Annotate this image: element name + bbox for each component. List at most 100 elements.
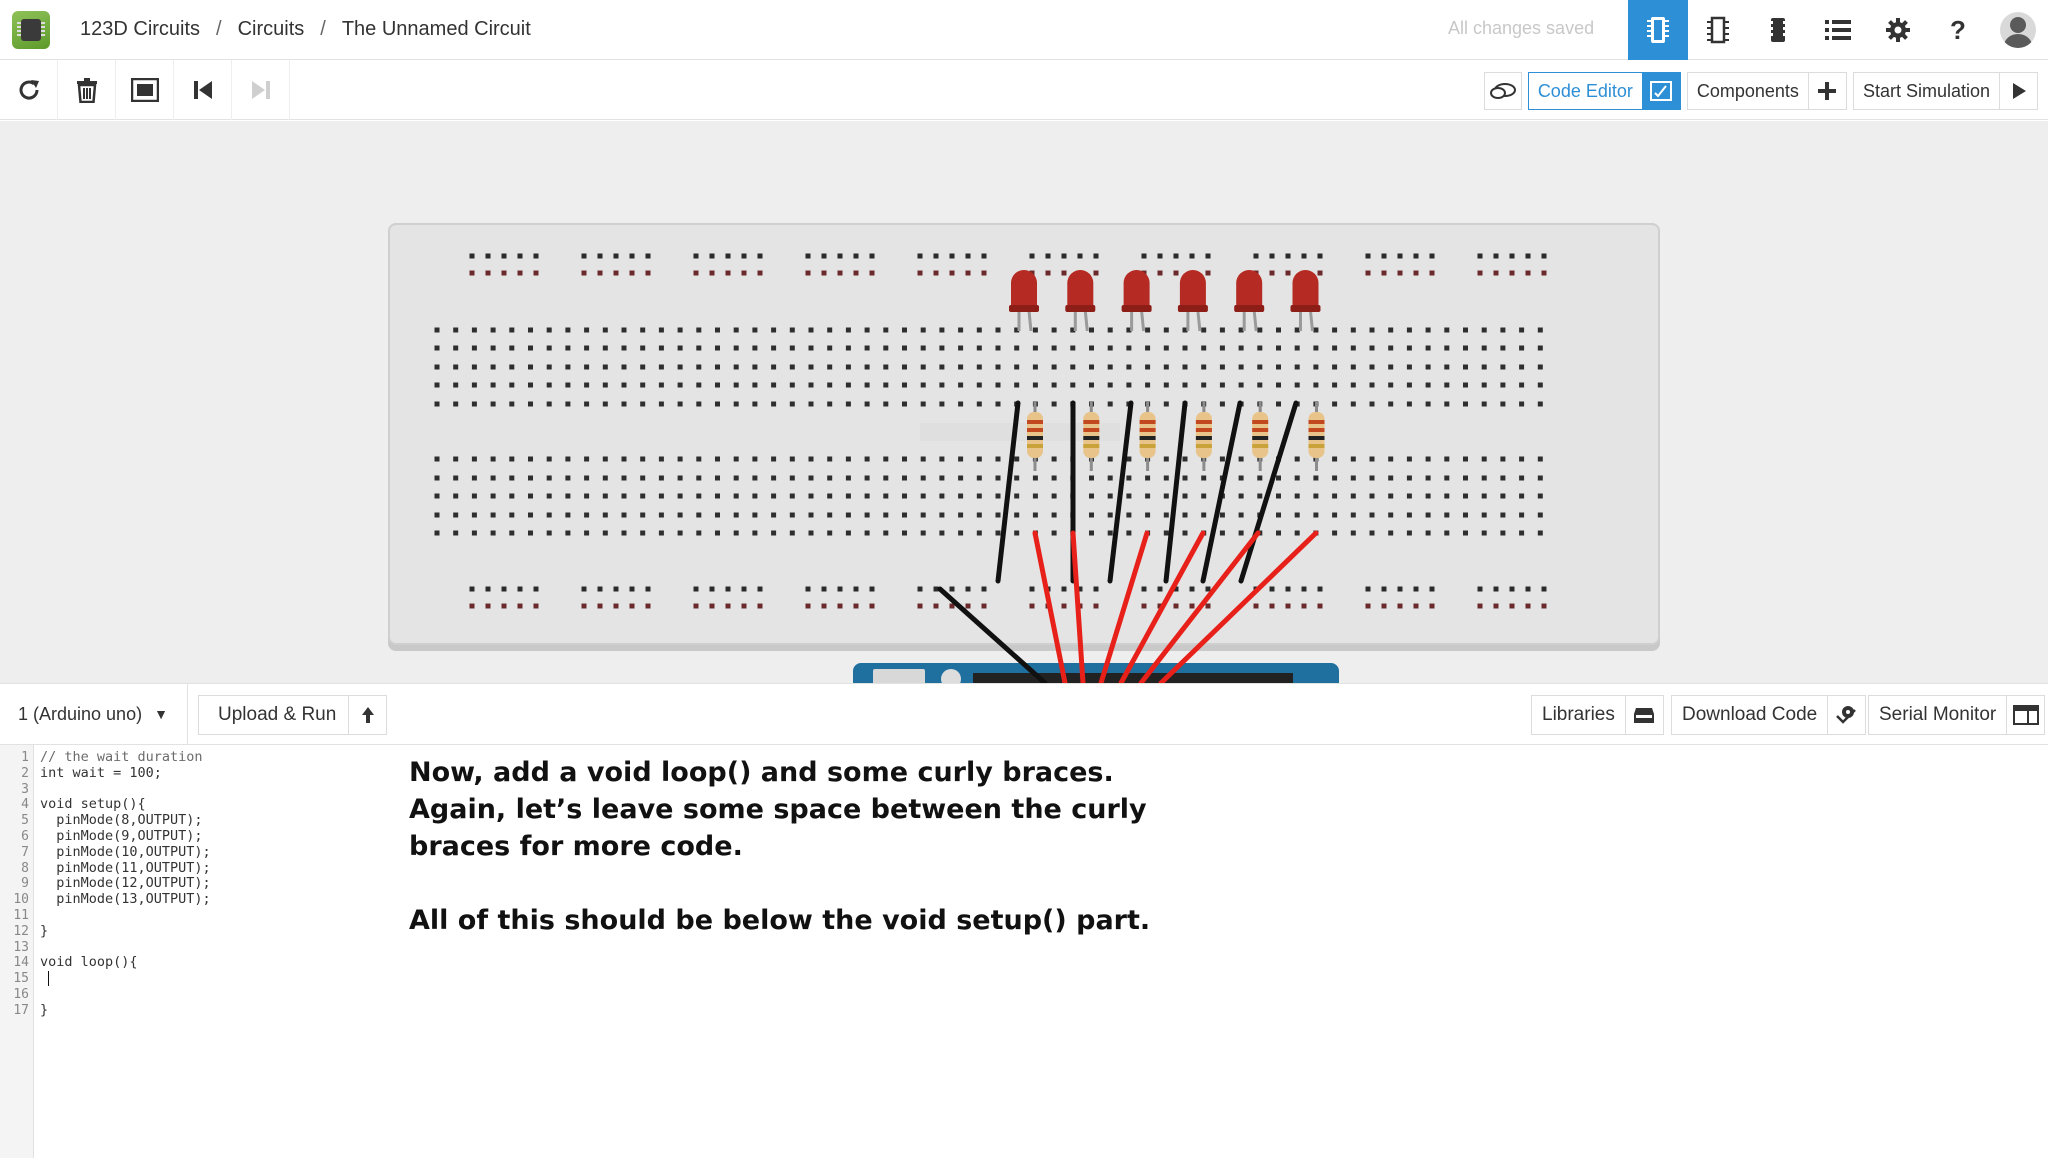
user-menu-button[interactable]	[1988, 0, 2048, 60]
breadboard-hole	[640, 530, 646, 536]
breadboard-hole	[1107, 364, 1113, 370]
breadcrumb-circuit-name[interactable]: The Unnamed Circuit	[342, 18, 531, 41]
code-line[interactable]: pinMode(12,OUTPUT);	[40, 876, 210, 892]
breadboard-hole	[995, 401, 1001, 407]
rail-hole	[1205, 253, 1211, 259]
code-text[interactable]: // the wait duration int wait = 100; void…	[40, 749, 211, 1019]
breadboard-hole	[1163, 456, 1169, 462]
breadboard-hole	[565, 512, 571, 518]
code-line[interactable]	[40, 971, 211, 987]
parts-list-button[interactable]	[1808, 0, 1868, 60]
red-led-base	[1121, 305, 1152, 312]
code-line[interactable]: pinMode(9,OUTPUT);	[40, 828, 211, 845]
board-select-dropdown[interactable]: 1 (Arduino uno) ▼	[0, 684, 188, 744]
rail-hole	[1493, 270, 1499, 276]
app-logo-icon[interactable]	[12, 10, 50, 49]
code-line[interactable]: pinMode(11,OUTPUT);	[40, 860, 210, 877]
delete-button[interactable]	[58, 60, 116, 120]
code-line[interactable]	[40, 940, 211, 956]
breadboard-hole	[602, 364, 608, 370]
breadboard-hole	[490, 512, 496, 518]
breadboard-hole	[808, 401, 814, 407]
breadboard-hole	[1350, 512, 1356, 518]
breadboard-hole	[1350, 475, 1356, 481]
code-line[interactable]: pinMode(13,OUTPUT);	[40, 891, 210, 908]
rail-hole	[1269, 603, 1275, 609]
code-line[interactable]: }	[40, 1002, 211, 1019]
code-line[interactable]: int wait = 100;	[40, 765, 211, 782]
breadboard-hole	[621, 512, 627, 518]
line-number: 17	[13, 1002, 29, 1018]
breadboard-hole	[453, 345, 459, 351]
settings-button[interactable]	[1868, 0, 1928, 60]
code-line[interactable]	[40, 908, 211, 924]
resistor-band	[1252, 420, 1269, 424]
breadboard-hole	[1500, 530, 1506, 536]
code-line[interactable]: void loop(){	[40, 955, 211, 971]
breadboard-hole	[995, 493, 1001, 499]
breadboard-hole	[546, 327, 552, 333]
breadboard-hole	[1051, 345, 1057, 351]
breadboard-hole	[1276, 382, 1281, 388]
breadcrumb-home[interactable]: 123D Circuits	[80, 18, 200, 41]
breadboard-hole	[1519, 493, 1525, 499]
annotate-button[interactable]	[1483, 72, 1522, 110]
components-label: Components	[1696, 80, 1799, 101]
code-line[interactable]: // the wait duration	[40, 749, 211, 766]
breadboard-view-button[interactable]	[1628, 0, 1688, 60]
code-line[interactable]: void setup(){	[40, 797, 211, 813]
download-code-button[interactable]: Download Code	[1671, 695, 1867, 735]
code-line[interactable]	[40, 782, 211, 798]
breadboard-hole	[1182, 345, 1188, 351]
rail-hole	[1509, 603, 1515, 609]
code-line[interactable]: pinMode(10,OUTPUT);	[40, 844, 210, 861]
rail-hole	[1269, 586, 1275, 592]
fit-to-view-button[interactable]	[116, 60, 174, 120]
breadboard-hole	[621, 327, 627, 333]
breadboard-hole	[453, 530, 459, 536]
breadboard-hole	[1145, 345, 1151, 351]
breadboard-hole	[1051, 327, 1057, 333]
code-editor[interactable]: 1 2 3 4 5 6 7 8 9 10 11 12 13 14 15 16 17 // the wait du…	[0, 745, 2048, 1158]
breadboard-hole	[902, 475, 907, 481]
step-forward-button[interactable]	[232, 60, 290, 120]
rail-hole	[1365, 586, 1371, 592]
breadboard-hole	[864, 475, 870, 481]
rail-hole	[581, 586, 587, 592]
circuit-canvas[interactable]	[0, 121, 2048, 683]
rail-hole	[837, 253, 843, 259]
components-button[interactable]: Components	[1686, 72, 1847, 110]
rail-hole	[917, 270, 923, 276]
pcb-view-button[interactable]	[1748, 0, 1808, 60]
breadboard-hole	[1294, 327, 1300, 333]
upload-run-button[interactable]: Upload & Run	[198, 695, 388, 735]
code-line[interactable]: pinMode(8,OUTPUT);	[40, 812, 211, 829]
rail-hole	[805, 586, 811, 592]
libraries-button[interactable]: Libraries	[1531, 695, 1664, 735]
breadboard-hole	[1500, 382, 1506, 388]
breadboard-hole	[640, 512, 646, 518]
breadboard-hole	[958, 345, 964, 351]
breadboard-hole	[864, 345, 870, 351]
breadcrumb-circuits[interactable]: Circuits	[238, 18, 305, 41]
breadboard-hole	[939, 364, 945, 370]
resistor	[1252, 412, 1269, 458]
step-back-button[interactable]	[174, 60, 232, 120]
serial-monitor-button[interactable]: Serial Monitor	[1868, 695, 2046, 735]
code-line[interactable]: }	[40, 923, 211, 940]
breadboard-hole	[995, 475, 1001, 481]
breadboard-hole	[864, 401, 870, 407]
rail-hole	[1061, 603, 1067, 609]
help-button[interactable]: ?	[1928, 0, 1988, 60]
start-simulation-button[interactable]: Start Simulation	[1852, 72, 2038, 110]
code-editor-button[interactable]: Code Editor	[1527, 72, 1681, 110]
breadboard-hole	[733, 456, 739, 462]
breadboard-hole	[658, 530, 664, 536]
code-line[interactable]	[40, 987, 211, 1003]
breadboard-hole	[658, 382, 664, 388]
rotate-button[interactable]	[0, 60, 58, 120]
rail-hole	[1525, 586, 1531, 592]
rail-hole	[629, 603, 635, 609]
schematic-view-button[interactable]	[1688, 0, 1748, 60]
breadboard-hole	[490, 456, 496, 462]
